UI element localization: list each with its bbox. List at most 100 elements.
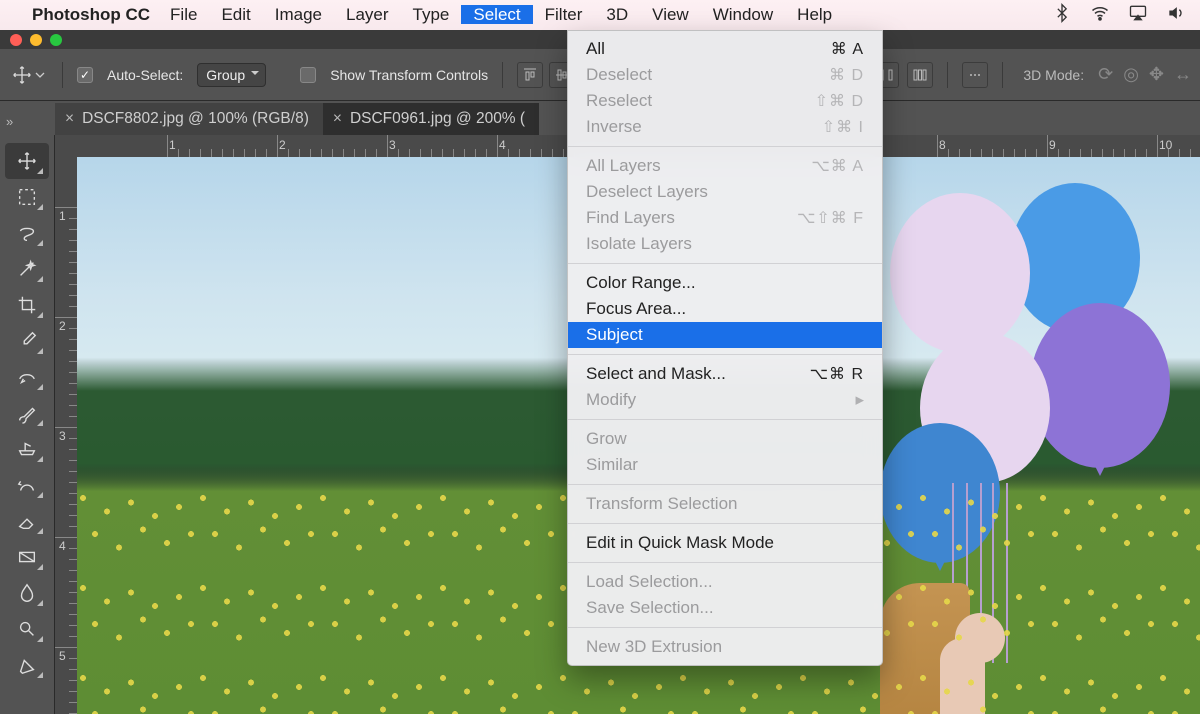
menu-item-all[interactable]: All⌘ A	[568, 36, 882, 62]
menu-view[interactable]: View	[640, 5, 701, 24]
menu-3d[interactable]: 3D	[594, 5, 640, 24]
menu-layer[interactable]: Layer	[334, 5, 401, 24]
menu-separator	[568, 484, 882, 485]
menu-item-color-range[interactable]: Color Range...	[568, 270, 882, 296]
magic-wand-tool[interactable]	[5, 251, 49, 287]
menu-item-label: Load Selection...	[586, 572, 713, 592]
show-transform-checkbox[interactable]	[300, 67, 316, 83]
app-name: Photoshop CC	[32, 5, 150, 25]
mode-3d-label: 3D Mode:	[1023, 67, 1084, 83]
canvas-balloons	[860, 183, 1180, 563]
pen-tool[interactable]	[5, 647, 49, 683]
menu-item-select-and-mask[interactable]: Select and Mask...⌥⌘ R	[568, 361, 882, 387]
window-zoom-button[interactable]	[50, 34, 62, 46]
align-top-button[interactable]	[517, 62, 543, 88]
menu-item-label: Similar	[586, 455, 638, 475]
ruler-h-label: 9	[1049, 138, 1056, 152]
menu-item-save-selection: Save Selection...	[568, 595, 882, 621]
dodge-tool[interactable]	[5, 611, 49, 647]
move-tool[interactable]	[5, 143, 49, 179]
document-tab[interactable]: ×DSCF0961.jpg @ 200% (	[323, 103, 539, 135]
3d-roll-icon[interactable]: ◎	[1123, 64, 1139, 85]
menu-item-similar: Similar	[568, 452, 882, 478]
brush-tool[interactable]	[5, 395, 49, 431]
select-menu-dropdown: All⌘ ADeselect⌘ DReselect⇧⌘ DInverse⇧⌘ I…	[567, 30, 883, 666]
eyedropper-tool[interactable]	[5, 323, 49, 359]
ruler-v-label: 5	[59, 649, 66, 663]
ruler-v-label: 3	[59, 429, 66, 443]
close-tab-icon[interactable]: ×	[65, 110, 74, 128]
ruler-h-label: 1	[169, 138, 176, 152]
menu-item-focus-area[interactable]: Focus Area...	[568, 296, 882, 322]
menu-item-shortcut: ⇧⌘ I	[822, 117, 864, 137]
menu-item-subject[interactable]: Subject	[568, 322, 882, 348]
menu-help[interactable]: Help	[785, 5, 844, 24]
healing-brush-tool[interactable]	[5, 359, 49, 395]
menu-item-edit-in-quick-mask-mode[interactable]: Edit in Quick Mask Mode	[568, 530, 882, 556]
menu-item-label: Grow	[586, 429, 627, 449]
ruler-origin[interactable]	[55, 135, 77, 157]
document-tab[interactable]: × DSCF8802.jpg @ 100% (RGB/8)	[55, 103, 323, 135]
menu-item-label: New 3D Extrusion	[586, 637, 722, 657]
3d-orbit-icon[interactable]: ⟳	[1098, 64, 1113, 85]
bluetooth-icon[interactable]	[1052, 3, 1072, 28]
menu-item-label: Deselect Layers	[586, 182, 708, 202]
menu-file[interactable]: File	[158, 5, 209, 24]
gradient-tool[interactable]	[5, 539, 49, 575]
menu-item-find-layers: Find Layers⌥⇧⌘ F	[568, 205, 882, 231]
menu-filter[interactable]: Filter	[533, 5, 595, 24]
menu-item-shortcut: ⌥⌘ A	[811, 156, 864, 176]
menu-item-label: Color Range...	[586, 273, 696, 293]
menu-item-label: All Layers	[586, 156, 661, 176]
eraser-tool[interactable]	[5, 503, 49, 539]
collapse-options-icon[interactable]: »	[6, 114, 11, 129]
toolbox	[0, 135, 55, 714]
menu-item-shortcut: ⌘ A	[831, 39, 864, 59]
clone-stamp-tool[interactable]	[5, 431, 49, 467]
3d-pan-icon[interactable]: ✥	[1149, 64, 1164, 85]
history-brush-tool[interactable]	[5, 467, 49, 503]
menu-item-shortcut: ⌘ D	[829, 65, 864, 85]
marquee-tool[interactable]	[5, 179, 49, 215]
menu-item-transform-selection: Transform Selection	[568, 491, 882, 517]
menu-item-label: Edit in Quick Mask Mode	[586, 533, 774, 553]
3d-slide-icon[interactable]: ↔	[1174, 64, 1192, 85]
menu-type[interactable]: Type	[401, 5, 462, 24]
close-tab-icon[interactable]: ×	[333, 110, 342, 128]
menu-item-all-layers: All Layers ⌥⌘ A	[568, 153, 882, 179]
auto-select-dropdown[interactable]: Group	[197, 63, 266, 87]
menu-image[interactable]: Image	[263, 5, 334, 24]
airplay-icon[interactable]	[1128, 3, 1148, 28]
volume-icon[interactable]	[1166, 3, 1186, 28]
menu-select[interactable]: Select	[461, 5, 532, 24]
more-align-button[interactable]	[962, 62, 988, 88]
menu-item-label: Save Selection...	[586, 598, 714, 618]
menu-item-modify: Modify	[568, 387, 882, 413]
menu-item-isolate-layers: Isolate Layers	[568, 231, 882, 257]
menu-window[interactable]: Window	[701, 5, 785, 24]
menu-item-label: Deselect	[586, 65, 652, 85]
ruler-h-label: 2	[279, 138, 286, 152]
menu-item-load-selection: Load Selection...	[568, 569, 882, 595]
menu-item-inverse: Inverse⇧⌘ I	[568, 114, 882, 140]
document-tab-label: DSCF8802.jpg @ 100% (RGB/8)	[82, 110, 309, 128]
show-transform-label: Show Transform Controls	[330, 67, 488, 83]
auto-select-checkbox[interactable]	[77, 67, 93, 83]
menu-edit[interactable]: Edit	[209, 5, 262, 24]
window-minimize-button[interactable]	[30, 34, 42, 46]
menu-separator	[568, 146, 882, 147]
menu-item-label: Select and Mask...	[586, 364, 726, 384]
lasso-tool[interactable]	[5, 215, 49, 251]
menu-item-label: Find Layers	[586, 208, 675, 228]
crop-tool[interactable]	[5, 287, 49, 323]
blur-tool[interactable]	[5, 575, 49, 611]
distribute-2-button[interactable]	[907, 62, 933, 88]
window-close-button[interactable]	[10, 34, 22, 46]
ruler-h-label: 4	[499, 138, 506, 152]
menu-separator	[568, 354, 882, 355]
wifi-icon[interactable]	[1090, 3, 1110, 28]
tool-preset-picker[interactable]	[8, 64, 48, 86]
traffic-lights	[10, 34, 62, 46]
ruler-v-label: 1	[59, 209, 66, 223]
ruler-vertical[interactable]: 12345	[55, 157, 77, 714]
